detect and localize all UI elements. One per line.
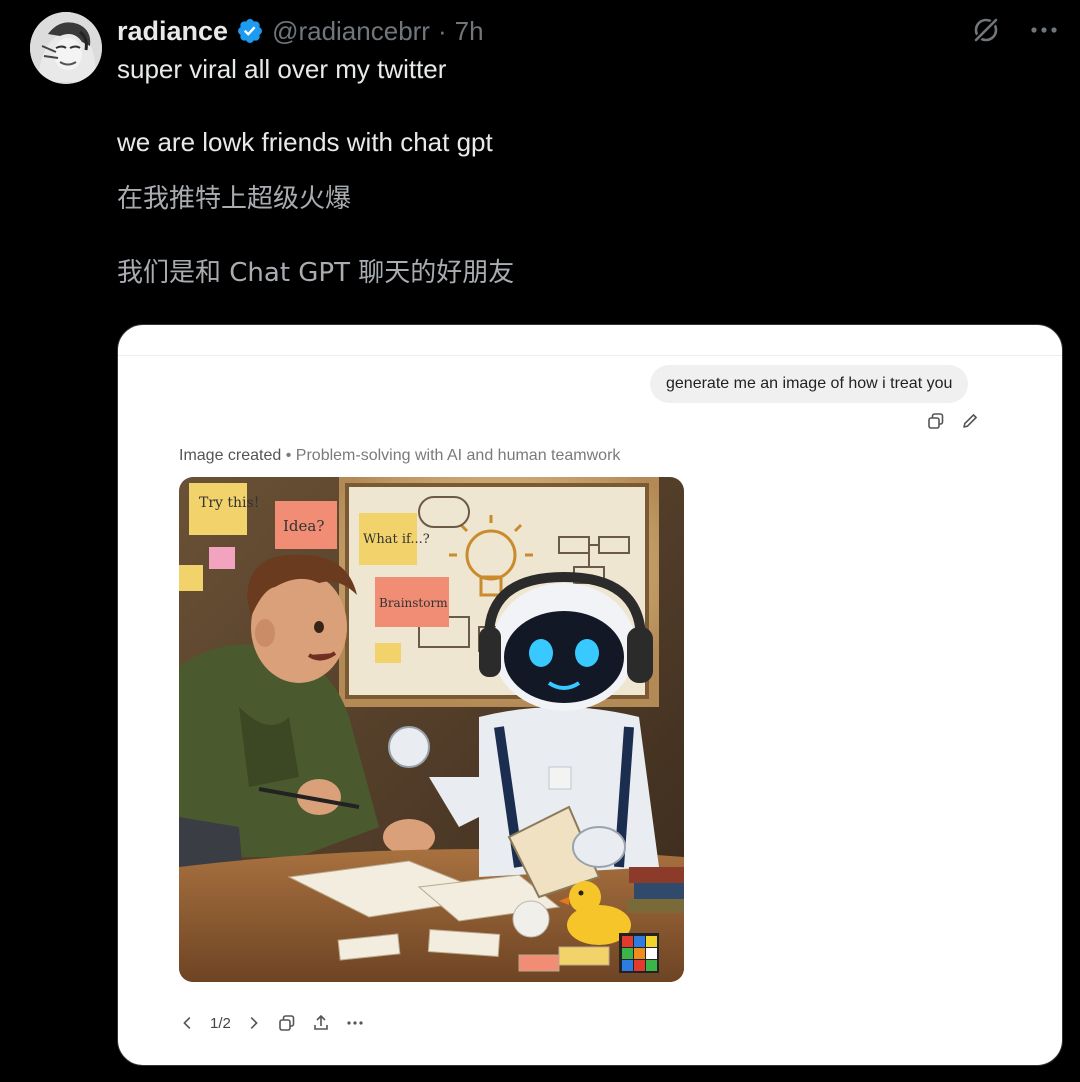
- verified-badge-icon: [236, 17, 264, 45]
- chevron-right-icon[interactable]: [241, 1011, 265, 1035]
- tweet-top-actions: [968, 12, 1062, 48]
- sticky-note-text: Try this!: [199, 495, 259, 511]
- more-icon[interactable]: [343, 1011, 367, 1035]
- author-name[interactable]: radiance: [117, 16, 228, 47]
- sticky-note-text: Idea?: [283, 517, 324, 535]
- translated-text-line: 在我推特上超级火爆: [117, 184, 352, 214]
- caption-separator: •: [285, 447, 292, 464]
- author-handle[interactable]: @radiancebrr: [272, 16, 430, 47]
- tweet-text-line: super viral all over my twitter: [117, 54, 447, 84]
- generated-image[interactable]: Try this! Idea? What if...? Brainstorm: [179, 477, 684, 982]
- translated-text-line: 我们是和 Chat GPT 聊天的好朋友: [117, 258, 515, 288]
- chevron-left-icon[interactable]: [176, 1011, 200, 1035]
- share-icon[interactable]: [309, 1011, 333, 1035]
- meta-separator: ·: [437, 15, 447, 46]
- attached-screenshot[interactable]: generate me an image of how i treat you …: [117, 324, 1063, 1066]
- more-icon[interactable]: [1026, 12, 1062, 48]
- divider: [118, 355, 1062, 356]
- caption-title: Problem-solving with AI and human teamwo…: [295, 447, 621, 464]
- sticky-note-text: Brainstorm: [379, 596, 448, 610]
- copy-icon[interactable]: [275, 1011, 299, 1035]
- prompt-actions: [926, 411, 980, 431]
- tweet-time[interactable]: 7h: [455, 16, 484, 47]
- image-caption: Image created • Problem-solving with AI …: [179, 447, 620, 465]
- grok-icon[interactable]: [968, 12, 1004, 48]
- sticky-note-text: What if...?: [363, 532, 430, 547]
- tweet-text-line: we are lowk friends with chat gpt: [117, 127, 493, 157]
- image-pager: 1/2: [210, 1014, 231, 1032]
- user-prompt-bubble: generate me an image of how i treat you: [650, 365, 969, 403]
- image-actions: 1/2: [176, 1011, 367, 1035]
- edit-icon[interactable]: [960, 411, 980, 431]
- copy-icon[interactable]: [926, 411, 946, 431]
- tweet-header: radiance @radiancebrr · 7h: [117, 14, 484, 48]
- caption-label: Image created: [179, 447, 282, 464]
- author-avatar[interactable]: [30, 12, 102, 84]
